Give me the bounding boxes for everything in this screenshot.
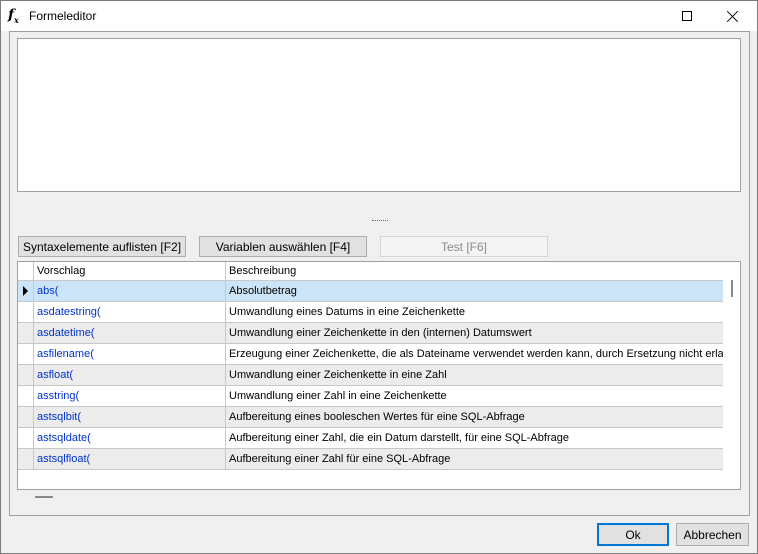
current-row-pointer-icon [23,286,28,296]
cell-description[interactable]: Umwandlung einer Zeichenkette in eine Za… [226,365,723,385]
cell-description[interactable]: Umwandlung einer Zahl in eine Zeichenket… [226,386,723,406]
formula-input[interactable] [17,38,741,192]
row-indicator [18,449,34,469]
suggestion-grid: Vorschlag Beschreibung abs(Absolutbetrag… [17,261,741,490]
row-indicator [18,407,34,427]
close-button[interactable] [710,1,756,31]
row-indicator [18,281,34,301]
row-indicator [18,365,34,385]
cell-suggestion[interactable]: asfloat( [34,365,226,385]
table-row[interactable]: astsqlfloat(Aufbereitung einer Zahl für … [18,449,723,470]
table-row[interactable]: astsqldate(Aufbereitung einer Zahl, die … [18,428,723,449]
table-row[interactable]: asdatestring(Umwandlung eines Datums in … [18,302,723,323]
cell-description[interactable]: Aufbereitung eines booleschen Wertes für… [226,407,723,427]
row-indicator [18,386,34,406]
row-indicator [18,428,34,448]
grid-body: abs(Absolutbetrag asdatestring(Umwandlung… [18,281,723,470]
cell-description[interactable]: Aufbereitung einer Zahl für eine SQL-Abf… [226,449,723,469]
vertical-scrollbar[interactable] [723,262,740,489]
table-row[interactable]: abs(Absolutbetrag [18,281,723,302]
cancel-button[interactable]: Abbrechen [676,523,749,546]
close-icon [727,10,739,22]
horizontal-scrollbar[interactable] [17,490,741,508]
row-indicator [18,323,34,343]
cell-description[interactable]: Absolutbetrag [226,281,723,301]
row-indicator-header [18,262,34,280]
cell-suggestion[interactable]: asdatestring( [34,302,226,322]
list-syntax-elements-button[interactable]: Syntaxelemente auflisten [F2] [18,236,186,257]
cell-suggestion[interactable]: asfilename( [34,344,226,364]
column-header-suggestion[interactable]: Vorschlag [34,262,226,280]
cell-suggestion[interactable]: asdatetime( [34,323,226,343]
window-title: Formeleditor [29,9,97,23]
vertical-scroll-thumb[interactable] [731,280,733,297]
splitter-grip[interactable] [372,220,388,222]
cell-suggestion[interactable]: astsqlfloat( [34,449,226,469]
function-fx-icon: fx [8,7,19,25]
maximize-icon [682,11,692,21]
cell-suggestion[interactable]: astsqlbit( [34,407,226,427]
ok-button[interactable]: Ok [597,523,669,546]
table-row[interactable]: asfilename(Erzeugung einer Zeichenkette,… [18,344,723,365]
grid-header: Vorschlag Beschreibung [18,262,723,281]
table-row[interactable]: asfloat(Umwandlung einer Zeichenkette in… [18,365,723,386]
cell-description[interactable]: Umwandlung einer Zeichenkette in den (in… [226,323,723,343]
cell-description[interactable]: Aufbereitung einer Zahl, die ein Datum d… [226,428,723,448]
table-row[interactable]: astsqlbit(Aufbereitung eines booleschen … [18,407,723,428]
table-row[interactable]: asstring(Umwandlung einer Zahl in eine Z… [18,386,723,407]
row-indicator [18,344,34,364]
cell-description[interactable]: Erzeugung einer Zeichenkette, die als Da… [226,344,723,364]
maximize-button[interactable] [664,1,710,31]
cell-suggestion[interactable]: asstring( [34,386,226,406]
horizontal-scroll-thumb[interactable] [35,496,53,498]
select-variables-button[interactable]: Variablen auswählen [F4] [199,236,367,257]
row-indicator [18,302,34,322]
test-button[interactable]: Test [F6] [380,236,548,257]
column-header-description[interactable]: Beschreibung [226,262,723,280]
table-row[interactable]: asdatetime(Umwandlung einer Zeichenkette… [18,323,723,344]
cell-description[interactable]: Umwandlung eines Datums in eine Zeichenk… [226,302,723,322]
title-bar: fx Formeleditor [1,1,757,31]
cell-suggestion[interactable]: abs( [34,281,226,301]
cell-suggestion[interactable]: astsqldate( [34,428,226,448]
